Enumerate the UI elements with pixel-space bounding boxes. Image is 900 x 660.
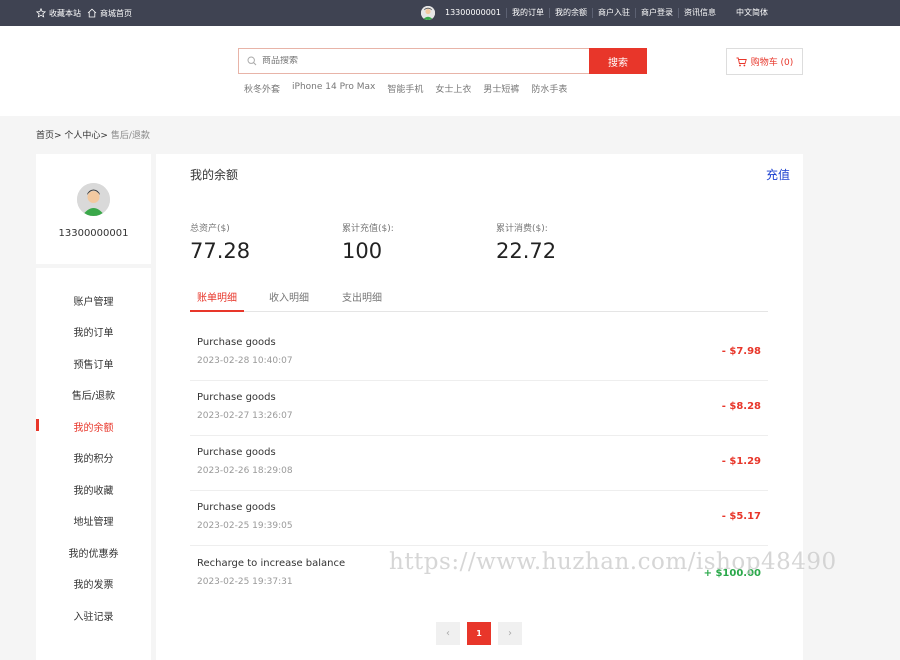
transaction-amount: - $8.28 <box>721 401 761 412</box>
breadcrumb-current: 售后/退款 <box>110 131 150 141</box>
hot-word[interactable]: iPhone 14 Pro Max <box>292 82 375 95</box>
topbar-merchant-login[interactable]: 商户登录 <box>635 8 678 18</box>
next-page-button[interactable]: › <box>498 622 522 645</box>
menu-item-account[interactable]: 账户管理 <box>36 293 151 308</box>
language-selector[interactable]: 中文简体 <box>736 0 768 26</box>
hot-word[interactable]: 女士上衣 <box>435 82 471 95</box>
breadcrumb: 首页> 个人中心> 售后/退款 <box>36 128 150 141</box>
stat-total-recharge: 累计充值($): 100 <box>342 221 394 263</box>
transaction-date: 2023-02-27 13:26:07 <box>197 411 293 421</box>
watermark: https://www.huzhan.com/ishop48490 <box>389 549 837 575</box>
table-row: Purchase goods 2023-02-25 19:39:05 - $5.… <box>190 491 768 546</box>
stat-value: 100 <box>342 239 383 263</box>
cart-label: 购物车 (0) <box>750 58 794 68</box>
hot-words: 秋冬外套 iPhone 14 Pro Max 智能手机 女士上衣 男士短裤 防水… <box>244 82 567 95</box>
menu-item-invoices[interactable]: 我的发票 <box>36 576 151 591</box>
user-avatar-small[interactable] <box>421 6 435 20</box>
search-input[interactable] <box>262 56 562 66</box>
transaction-title: Purchase goods <box>197 447 276 458</box>
transaction-title: Recharge to increase balance <box>197 558 346 569</box>
menu-item-presale-orders[interactable]: 预售订单 <box>36 356 151 371</box>
transaction-amount: - $5.17 <box>721 511 761 522</box>
hot-word[interactable]: 防水手表 <box>531 82 567 95</box>
hot-word[interactable]: 男士短裤 <box>483 82 519 95</box>
side-menu: 账户管理 我的订单 预售订单 售后/退款 我的余额 我的积分 我的收藏 地址管理… <box>36 268 151 660</box>
tab-income-details[interactable]: 收入明细 <box>269 289 309 312</box>
breadcrumb-center[interactable]: 个人中心> <box>64 131 108 141</box>
transaction-date: 2023-02-25 19:37:31 <box>197 577 293 587</box>
avatar[interactable] <box>77 183 110 216</box>
menu-item-settlement-records[interactable]: 入驻记录 <box>36 608 151 623</box>
topbar-my-orders[interactable]: 我的订单 <box>506 8 549 18</box>
transaction-amount: - $7.98 <box>721 346 761 357</box>
menu-item-coupons[interactable]: 我的优惠券 <box>36 545 151 560</box>
profile-card: 13300000001 <box>36 154 151 264</box>
home-link[interactable]: 商城首页 <box>87 8 132 19</box>
hot-word[interactable]: 智能手机 <box>387 82 423 95</box>
stat-total-spent: 累计消费($): 22.72 <box>496 221 556 263</box>
header: 搜索 秋冬外套 iPhone 14 Pro Max 智能手机 女士上衣 男士短裤… <box>0 26 900 116</box>
table-row: Purchase goods 2023-02-28 10:40:07 - $7.… <box>190 326 768 381</box>
prev-page-button[interactable]: ‹ <box>436 622 460 645</box>
menu-item-addresses[interactable]: 地址管理 <box>36 513 151 528</box>
stat-value: 77.28 <box>190 239 251 263</box>
page-button-current[interactable]: 1 <box>467 622 491 645</box>
menu-item-balance[interactable]: 我的余额 <box>36 419 151 434</box>
stat-label: 累计充值($): <box>342 224 394 234</box>
username: 13300000001 <box>58 228 129 239</box>
search-button[interactable]: 搜索 <box>589 48 647 74</box>
star-icon <box>36 8 46 18</box>
page-title: 我的余额 <box>190 168 239 182</box>
recharge-link[interactable]: 充值 <box>766 166 790 183</box>
menu-item-points[interactable]: 我的积分 <box>36 450 151 465</box>
stat-total-assets: 总资产($) 77.28 <box>190 221 250 263</box>
menu-item-orders[interactable]: 我的订单 <box>36 324 151 339</box>
transaction-title: Purchase goods <box>197 502 276 513</box>
cart-icon <box>736 57 747 66</box>
table-row: Purchase goods 2023-02-27 13:26:07 - $8.… <box>190 381 768 436</box>
hot-word[interactable]: 秋冬外套 <box>244 82 280 95</box>
home-icon <box>87 8 97 18</box>
topbar-news[interactable]: 资讯信息 <box>678 8 721 18</box>
transaction-date: 2023-02-25 19:39:05 <box>197 521 293 531</box>
menu-item-favorites[interactable]: 我的收藏 <box>36 482 151 497</box>
transaction-amount: - $1.29 <box>721 456 761 467</box>
cart-button[interactable]: 购物车 (0) <box>726 48 803 75</box>
stat-label: 总资产($) <box>190 224 230 234</box>
topbar-my-balance[interactable]: 我的余额 <box>549 8 592 18</box>
search-box <box>238 48 590 74</box>
favorite-link[interactable]: 收藏本站 <box>36 8 81 19</box>
search-icon <box>247 56 257 66</box>
home-label: 商城首页 <box>100 8 132 18</box>
stat-value: 22.72 <box>496 239 557 263</box>
table-row: Purchase goods 2023-02-26 18:29:08 - $1.… <box>190 436 768 491</box>
transaction-date: 2023-02-28 10:40:07 <box>197 356 293 366</box>
tab-expense-details[interactable]: 支出明细 <box>342 289 382 312</box>
breadcrumb-home[interactable]: 首页> <box>36 131 62 141</box>
menu-item-after-sales[interactable]: 售后/退款 <box>36 387 151 402</box>
pagination: ‹ 1 › <box>436 622 522 645</box>
transaction-title: Purchase goods <box>197 392 276 403</box>
stat-label: 累计消费($): <box>496 224 548 234</box>
top-bar: 收藏本站 商城首页 13300000001 我的订单 我的余额 商户入驻 商户登… <box>0 0 900 26</box>
tab-bill-details[interactable]: 账单明细 <box>190 289 244 312</box>
transaction-title: Purchase goods <box>197 337 276 348</box>
topbar-user[interactable]: 13300000001 <box>440 8 506 18</box>
balance-panel: 我的余额 充值 总资产($) 77.28 累计充值($): 100 累计消费($… <box>156 154 803 660</box>
favorite-label: 收藏本站 <box>49 8 81 18</box>
transaction-date: 2023-02-26 18:29:08 <box>197 466 293 476</box>
topbar-merchant-join[interactable]: 商户入驻 <box>592 8 635 18</box>
tabs: 账单明细 收入明细 支出明细 <box>190 284 768 312</box>
